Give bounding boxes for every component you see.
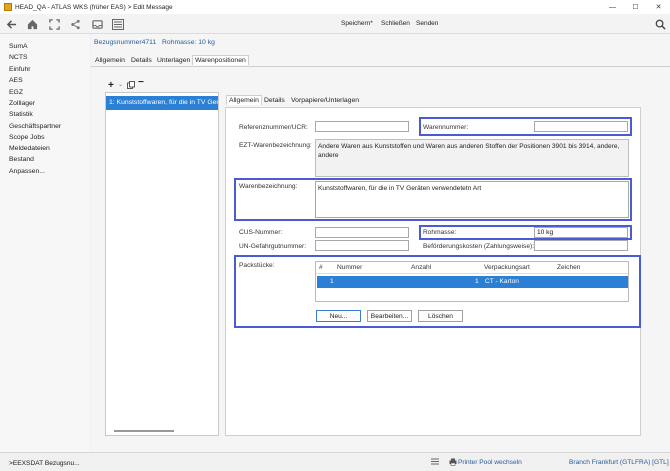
nav-item-ncts[interactable]: NCTS	[9, 54, 28, 61]
reference-number: Bezugsnummer4711	[94, 39, 157, 46]
ezt-label: EZT-Warenbezeichnung:	[239, 142, 312, 149]
ref-input[interactable]	[315, 121, 409, 132]
delete-button[interactable]: Löschen	[418, 310, 463, 322]
fullscreen-icon[interactable]	[47, 17, 61, 31]
copy-icon[interactable]	[127, 81, 135, 91]
send-button[interactable]: Senden	[416, 20, 438, 27]
share-icon[interactable]	[68, 17, 82, 31]
packstuecke-table: # Nummer Anzahl Verpackungsart Zeichen 1…	[315, 261, 629, 302]
menu-icon[interactable]	[431, 458, 439, 467]
warenbez-textarea[interactable]: Kunststoffwaren, für die in TV Geräten v…	[315, 181, 629, 218]
nav-item-meldedateien[interactable]: Meldedateien	[9, 145, 50, 152]
ezt-textarea: Andere Waren aus Kunststoffen und Waren …	[315, 139, 629, 177]
cell-verpackungsart: CT - Karton	[485, 278, 519, 285]
tab-warenpositionen[interactable]: Warenpositionen	[192, 55, 249, 65]
item-list: 1: Kunststoffwaren, für die in TV Geräte…	[105, 92, 219, 436]
nav-item-bestand[interactable]: Bestand	[9, 156, 34, 163]
subtab-allgemein[interactable]: Allgemein	[226, 95, 262, 105]
minimize-button[interactable]: —	[601, 0, 624, 14]
search-icon[interactable]	[653, 17, 667, 31]
remove-icon[interactable]: −	[138, 77, 144, 88]
edit-button[interactable]: Bearbeiten...	[367, 310, 412, 322]
warennummer-input[interactable]	[534, 121, 628, 132]
cell-anzahl: 1	[475, 278, 479, 285]
un-input[interactable]	[315, 240, 409, 251]
warenbez-label: Warenbezeichnung:	[239, 183, 298, 190]
ref-label: Referenznummer/UCR:	[239, 124, 308, 131]
back-arrow-icon[interactable]	[4, 17, 18, 31]
add-icon[interactable]: +	[108, 80, 114, 91]
header-mass: Rohmasse: 10 kg	[162, 39, 215, 46]
save-button[interactable]: Speichern*	[341, 20, 373, 27]
un-label: UN-Gefahrgutnummer:	[239, 243, 307, 250]
app-icon	[4, 3, 12, 11]
title-bar: HEAD_QA - ATLAS WKS (früher EAS) > Edit …	[0, 0, 670, 14]
col-header-anzahl[interactable]: Anzahl	[411, 264, 431, 271]
cell-index: 1	[330, 278, 334, 285]
packstuecke-label: Packstücke:	[239, 262, 275, 269]
new-button[interactable]: Neu...	[316, 310, 361, 322]
printer-pool-link[interactable]: Printer Pool wechseln	[458, 459, 522, 466]
nav-item-einfuhr[interactable]: Einfuhr	[9, 66, 31, 73]
nav-item-aes[interactable]: AES	[9, 77, 23, 84]
list-item[interactable]: 1: Kunststoffwaren, für die in TV Geräte…	[106, 96, 218, 110]
chevron-down-icon[interactable]: ⌄	[118, 81, 123, 88]
col-header-index[interactable]: #	[319, 264, 323, 271]
col-header-zeichen[interactable]: Zeichen	[557, 264, 580, 271]
tab-divider	[91, 66, 670, 67]
warennummer-label: Warennummer:	[423, 124, 469, 131]
befoerderung-label: Beförderungskosten (Zahlungsweise):	[423, 243, 535, 250]
horizontal-scrollbar[interactable]	[114, 430, 174, 432]
nav-item-suma[interactable]: SumA	[9, 43, 28, 50]
branch-link[interactable]: Branch Frankfurt (GTLFRA) [GTL]	[569, 459, 669, 466]
toolbar: Speichern* Schließen Senden	[0, 14, 670, 34]
window-title: HEAD_QA - ATLAS WKS (früher EAS) > Edit …	[15, 3, 173, 11]
printer-icon[interactable]	[449, 458, 457, 468]
col-header-nummer[interactable]: Nummer	[337, 264, 362, 271]
tab-unterlagen[interactable]: Unterlagen	[155, 56, 192, 65]
tab-details[interactable]: Details	[129, 56, 154, 65]
cus-label: CUS-Nummer:	[239, 229, 283, 236]
nav-item-zolllager[interactable]: Zolllager	[9, 100, 35, 107]
home-icon[interactable]	[25, 17, 39, 31]
nav-item-scope-jobs[interactable]: Scope Jobs	[9, 134, 45, 141]
list-view-icon[interactable]	[111, 17, 125, 31]
nav-item-geschaeftspartner[interactable]: Geschäftspartner	[9, 123, 61, 130]
rohmasse-label: Rohmasse:	[423, 229, 457, 236]
nav-item-statistik[interactable]: Statistik	[9, 111, 33, 118]
inbox-icon[interactable]	[90, 17, 104, 31]
befoerderung-input[interactable]	[534, 240, 628, 251]
close-button[interactable]: Schließen	[381, 20, 410, 27]
cus-input[interactable]	[315, 227, 409, 238]
close-window-button[interactable]: ✕	[647, 0, 670, 14]
status-task[interactable]: >EEXSDAT Bezugsnu...	[9, 460, 80, 467]
subtab-details[interactable]: Details	[262, 96, 287, 105]
nav-item-egz[interactable]: EGZ	[9, 89, 23, 96]
col-header-verpackungsart[interactable]: Verpackungsart	[484, 264, 530, 271]
table-row[interactable]: 1 1 CT - Karton	[317, 276, 628, 288]
maximize-button[interactable]: ☐	[624, 0, 647, 14]
rohmasse-input[interactable]: 10 kg	[534, 227, 628, 238]
status-bar: >EEXSDAT Bezugsnu... Printer Pool wechse…	[0, 452, 670, 471]
subtab-vorpapiere[interactable]: Vorpapiere/Unterlagen	[289, 96, 361, 105]
left-nav: SumA NCTS Einfuhr AES EGZ Zolllager Stat…	[0, 34, 90, 452]
tab-allgemein[interactable]: Allgemein	[93, 56, 127, 65]
nav-item-anpassen[interactable]: Anpassen...	[9, 168, 45, 175]
